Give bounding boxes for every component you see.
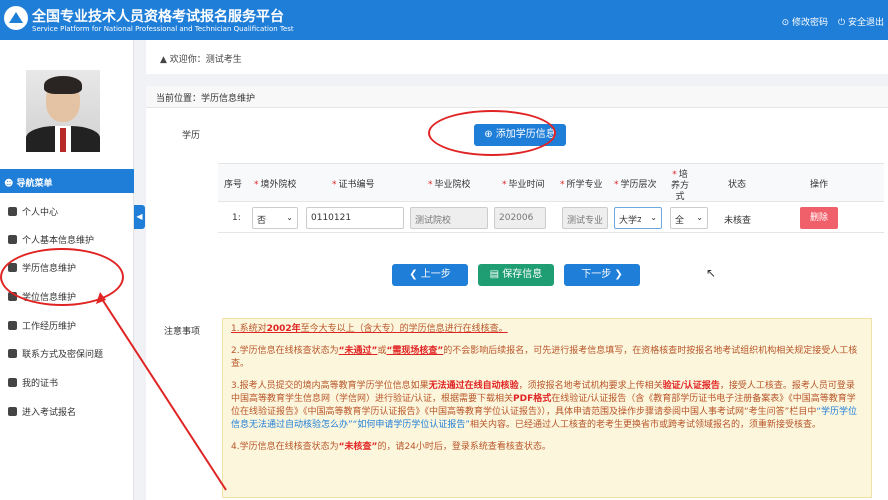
annotation-arrows [96,292,227,491]
annotation-arrow-line [99,295,227,491]
